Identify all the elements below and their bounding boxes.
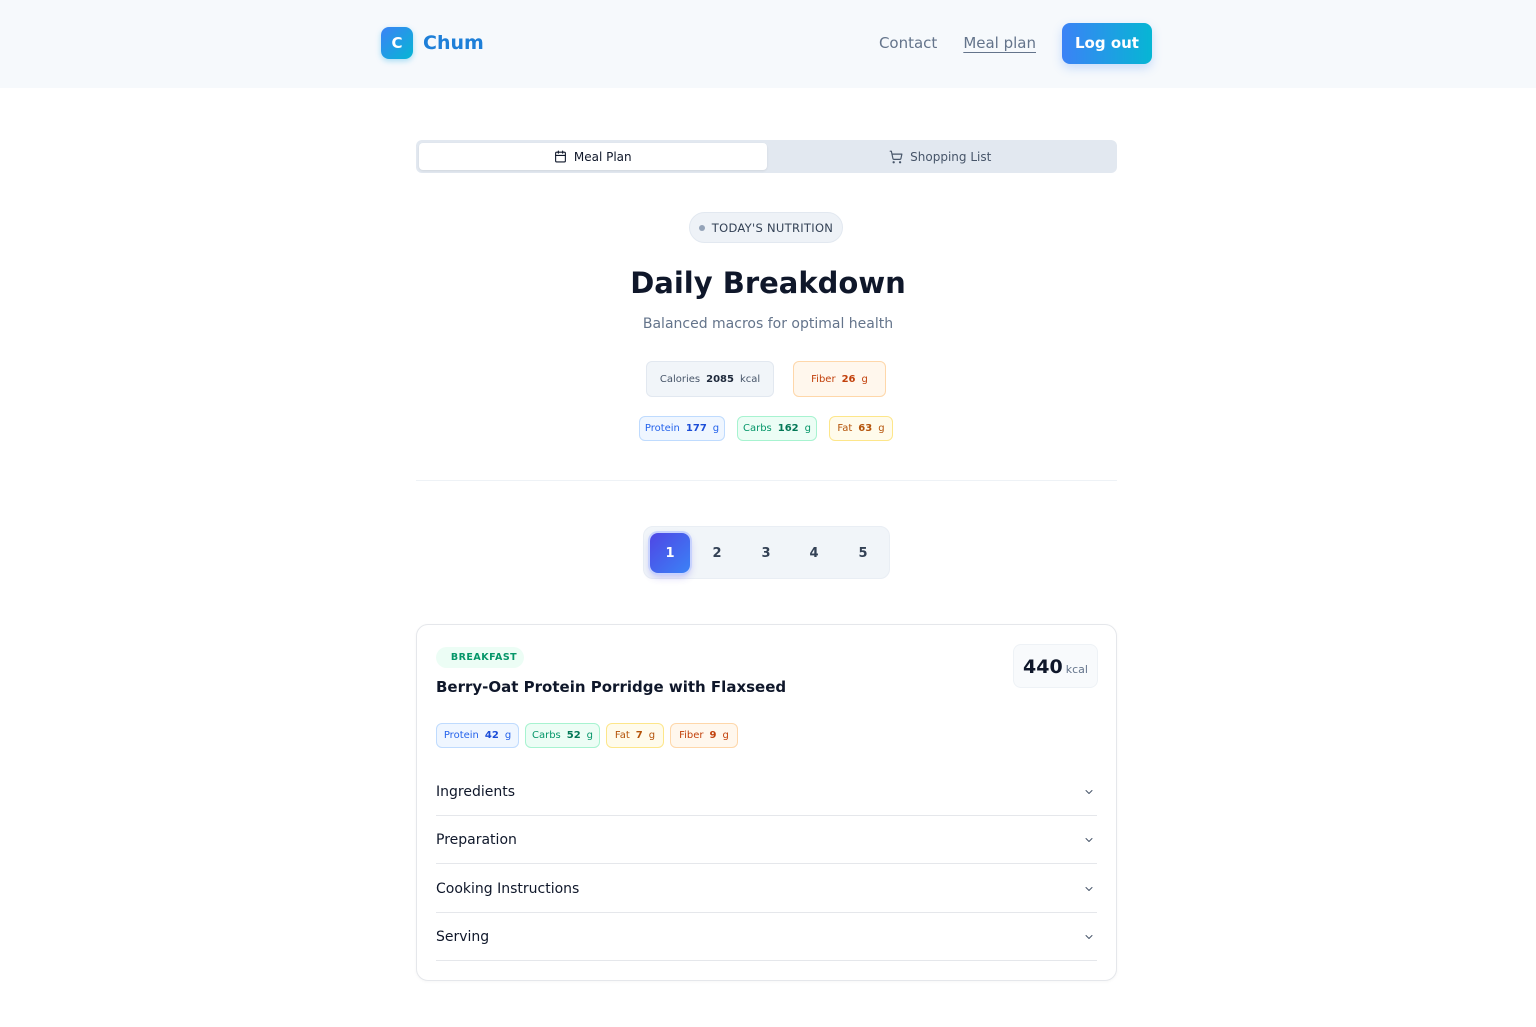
section-title: Ingredients: [436, 783, 515, 800]
daily-fiber-value: 26: [841, 373, 856, 385]
brand-name: Chum: [423, 32, 484, 54]
meal-fiber-value: 9: [709, 730, 717, 741]
cart-icon: [889, 150, 903, 164]
meal-fat-value: 7: [635, 730, 643, 741]
meal-fiber-label: Fiber: [679, 730, 704, 741]
page-title: Daily Breakdown: [630, 266, 906, 300]
meal-protein-value: 42: [484, 730, 499, 741]
meal-protein-label: Protein: [443, 730, 479, 741]
daily-fat-label: Fat: [837, 423, 853, 434]
preparation-section-toggle[interactable]: Preparation: [436, 816, 1097, 864]
todays-nutrition-badge: TODAY'S NUTRITION: [689, 212, 843, 243]
daily-fat-unit: g: [878, 423, 885, 434]
main-nav: Contact Meal plan Log out: [879, 22, 1152, 64]
chevron-down-icon: [1083, 931, 1095, 943]
tab-meal-plan[interactable]: Meal Plan: [419, 143, 767, 170]
calendar-icon: [554, 150, 567, 163]
meal-carbs-value: 52: [566, 730, 581, 741]
top-header: C Chum Contact Meal plan Log out: [0, 0, 1536, 88]
daily-calories-label: Calories: [659, 373, 701, 385]
day-button-4[interactable]: 4: [794, 533, 834, 573]
meal-protein-chip: Protein 42 g: [436, 723, 519, 748]
page-subtitle: Balanced macros for optimal health: [642, 316, 894, 332]
daily-carbs-label: Carbs: [742, 423, 772, 434]
chevron-down-icon: [1083, 834, 1095, 846]
daily-fat-value: 63: [858, 423, 873, 434]
meal-type-badge: BREAKFAST: [436, 647, 524, 668]
daily-fiber-label: Fiber: [811, 373, 836, 385]
daily-carbs-unit: g: [804, 423, 811, 434]
day-button-5[interactable]: 5: [843, 533, 883, 573]
brand-logo: C: [381, 27, 413, 59]
daily-protein-chip: Protein 177 g: [639, 416, 725, 441]
meal-carbs-unit: g: [586, 730, 594, 741]
meal-title: Berry-Oat Protein Porridge with Flaxseed: [436, 678, 787, 696]
meal-protein-unit: g: [504, 730, 512, 741]
tab-shopping-list-label: Shopping List: [910, 149, 992, 164]
dot-icon: [698, 224, 705, 231]
meal-carbs-label: Carbs: [531, 730, 561, 741]
section-title: Cooking Instructions: [436, 880, 580, 897]
meal-fat-label: Fat: [614, 730, 630, 741]
meal-carbs-chip: Carbs 52 g: [525, 723, 600, 748]
nav-meal-plan-link[interactable]: Meal plan: [963, 22, 1036, 64]
meal-calories-value: 440: [1023, 656, 1063, 678]
daily-fiber-chip: Fiber 26 g: [793, 361, 886, 397]
daily-calories-chip: Calories 2085 kcal: [646, 361, 774, 397]
ingredients-section-toggle[interactable]: Ingredients: [436, 768, 1097, 816]
section-title: Preparation: [436, 831, 517, 848]
meal-card: BREAKFAST Berry-Oat Protein Porridge wit…: [416, 624, 1117, 981]
brand[interactable]: C Chum: [381, 27, 484, 59]
meal-fat-unit: g: [648, 730, 656, 741]
meal-calories-unit: kcal: [1065, 663, 1088, 676]
day-button-3[interactable]: 3: [746, 533, 786, 573]
chevron-down-icon: [1083, 883, 1095, 895]
meal-fat-chip: Fat 7 g: [606, 723, 664, 748]
daily-protein-label: Protein: [644, 423, 680, 434]
daily-carbs-value: 162: [777, 423, 799, 434]
day-button-1[interactable]: 1: [650, 533, 690, 573]
todays-nutrition-label: TODAY'S NUTRITION: [711, 220, 834, 235]
daily-calories-value: 2085: [706, 373, 734, 385]
day-pager: 1 2 3 4 5: [643, 526, 890, 579]
daily-carbs-chip: Carbs 162 g: [737, 416, 817, 441]
serving-section-toggle[interactable]: Serving: [436, 913, 1097, 961]
meal-fiber-unit: g: [722, 730, 729, 741]
tab-meal-plan-label: Meal Plan: [573, 149, 632, 164]
cooking-instructions-section-toggle[interactable]: Cooking Instructions: [436, 865, 1097, 913]
tab-shopping-list[interactable]: Shopping List: [767, 143, 1115, 170]
daily-fat-chip: Fat 63 g: [829, 416, 893, 441]
day-button-2[interactable]: 2: [697, 533, 737, 573]
view-tabs: Meal Plan Shopping List: [416, 140, 1117, 173]
meal-fiber-chip: Fiber 9 g: [670, 723, 738, 748]
daily-protein-unit: g: [712, 423, 720, 434]
section-title: Serving: [436, 928, 490, 945]
daily-protein-value: 177: [685, 423, 707, 434]
nav-contact-link[interactable]: Contact: [879, 22, 937, 64]
meal-calories-box: 440 kcal: [1013, 644, 1098, 688]
section-divider: [416, 480, 1117, 481]
daily-fiber-unit: g: [861, 373, 868, 385]
daily-calories-unit: kcal: [739, 373, 761, 385]
chevron-down-icon: [1083, 786, 1095, 798]
logout-button[interactable]: Log out: [1062, 22, 1152, 64]
